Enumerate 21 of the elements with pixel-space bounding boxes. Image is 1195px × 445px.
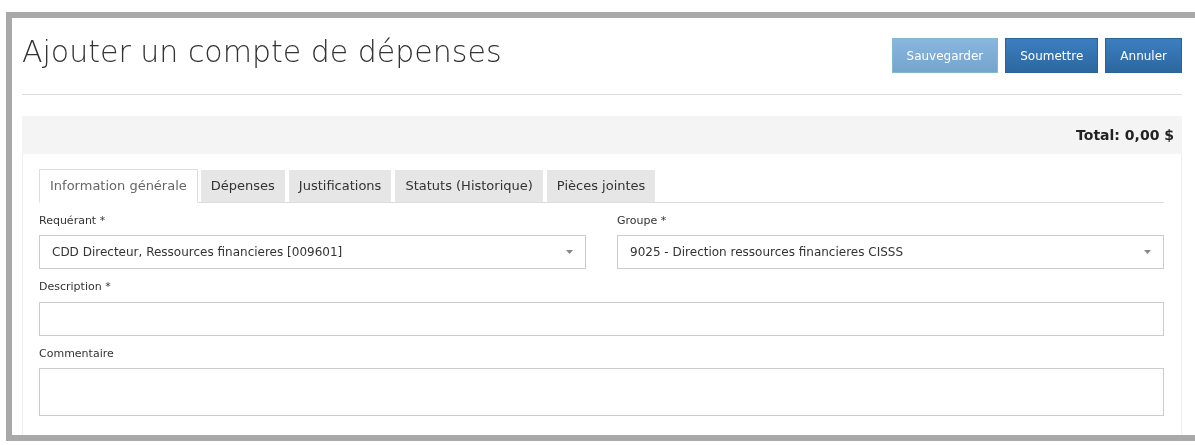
- action-button[interactable]: Annuler: [1105, 38, 1182, 73]
- total-amount: Total: 0,00 $: [1076, 125, 1174, 145]
- action-button[interactable]: Soumettre: [1005, 38, 1099, 73]
- page-title: Ajouter un compte de dépenses: [22, 37, 502, 67]
- tab[interactable]: Pièces jointes: [545, 169, 657, 202]
- dropdown-field[interactable]: 9025 - Direction ressources financieres CISSS: [617, 235, 1164, 269]
- field-label: Requérant *: [39, 212, 107, 229]
- tab[interactable]: Justifications: [287, 169, 393, 202]
- dropdown-value: CDD Directeur, Ressources financieres [009601]: [52, 244, 343, 261]
- tab[interactable]: Information générale: [39, 169, 198, 203]
- field-label: Commentaire: [39, 345, 115, 362]
- tab[interactable]: Dépenses: [199, 169, 286, 202]
- tab[interactable]: Statuts (Historique): [394, 169, 544, 202]
- caret-icon: [1144, 250, 1151, 254]
- comment-field[interactable]: [39, 368, 1164, 416]
- field-label: Description *: [39, 279, 112, 295]
- caret-icon: [566, 250, 573, 254]
- field-label: Groupe *: [617, 212, 668, 229]
- dropdown-value: 9025 - Direction ressources financieres CISSS: [630, 244, 904, 261]
- dropdown-field[interactable]: CDD Directeur, Ressources financieres [009601]: [39, 235, 586, 269]
- text-field[interactable]: [39, 301, 1164, 336]
